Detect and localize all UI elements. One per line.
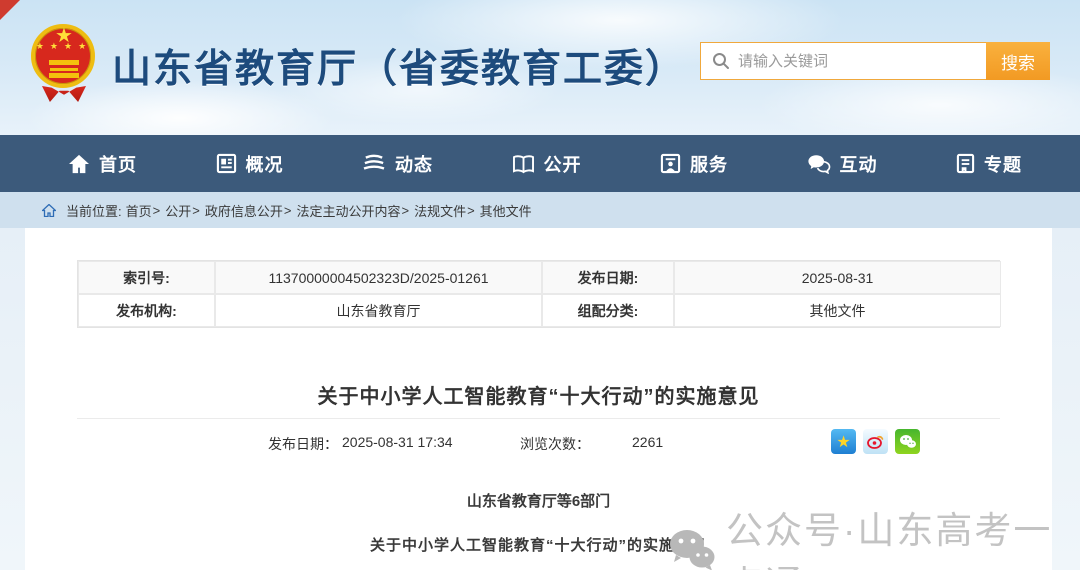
nav-item-service[interactable]: 服务 bbox=[660, 151, 728, 177]
nav-item-disclosure[interactable]: 公开 bbox=[512, 151, 582, 177]
info-label-agency: 发布机构: bbox=[78, 294, 215, 327]
main-nav: 首页 概况 动态 bbox=[0, 135, 1080, 192]
content-card: 索引号: 11370000004502323D/2025-01261 发布日期:… bbox=[25, 228, 1052, 570]
nav-item-interaction[interactable]: 互动 bbox=[807, 151, 878, 177]
info-value-publish-date: 2025-08-31 bbox=[674, 261, 1001, 294]
breadcrumb-item-statutory[interactable]: 法定主动公开内容 bbox=[296, 201, 400, 220]
breadcrumb-item-other-docs[interactable]: 其他文件 bbox=[480, 201, 532, 220]
page: ★ ★★★★ 山东省教育厅（省委教育工委） 搜索 首页 bbox=[0, 0, 1080, 570]
views-value: 2261 bbox=[632, 434, 663, 450]
home-icon bbox=[68, 154, 90, 174]
breadcrumb-separator: > bbox=[192, 203, 200, 218]
search-input[interactable] bbox=[730, 43, 986, 79]
nav-item-home[interactable]: 首页 bbox=[68, 151, 137, 177]
breadcrumb-separator: > bbox=[401, 203, 409, 218]
article-meta: 发布日期： 2025-08-31 17:34 浏览次数： 2261 ★ bbox=[25, 428, 1052, 456]
info-value-index: 11370000004502323D/2025-01261 bbox=[215, 261, 542, 294]
wechat-share-icon[interactable] bbox=[895, 429, 920, 454]
disclosure-icon bbox=[512, 154, 535, 174]
search-icon bbox=[712, 52, 730, 70]
article-title: 关于中小学人工智能教育“十大行动”的实施意见 bbox=[25, 380, 1052, 409]
search-button[interactable]: 搜索 bbox=[986, 42, 1050, 80]
overview-icon bbox=[216, 153, 237, 174]
site-title: 山东省教育厅（省委教育工委） bbox=[112, 38, 686, 94]
weibo-share-icon[interactable] bbox=[863, 429, 888, 454]
breadcrumb-item-gov-info[interactable]: 政府信息公开 bbox=[205, 201, 283, 220]
nav-item-overview[interactable]: 概况 bbox=[216, 151, 284, 177]
views-label: 浏览次数： bbox=[520, 434, 590, 454]
nav-item-news[interactable]: 动态 bbox=[362, 151, 433, 177]
national-emblem: ★ ★★★★ bbox=[28, 22, 100, 108]
site-header: ★ ★★★★ 山东省教育厅（省委教育工委） 搜索 bbox=[0, 0, 1080, 135]
document-info-table: 索引号: 11370000004502323D/2025-01261 发布日期:… bbox=[77, 260, 1000, 328]
nav-item-topics[interactable]: 专题 bbox=[956, 151, 1022, 177]
service-icon bbox=[660, 153, 681, 174]
qzone-share-icon[interactable]: ★ bbox=[831, 429, 856, 454]
info-value-agency: 山东省教育厅 bbox=[215, 294, 542, 327]
breadcrumb-separator: > bbox=[284, 203, 292, 218]
emblem-gate bbox=[49, 60, 79, 65]
search-bar: 搜索 bbox=[700, 42, 1050, 80]
breadcrumb: 当前位置: 首页 > 公开 > 政府信息公开 > 法定主动公开内容 > 法规文件… bbox=[0, 192, 1080, 228]
breadcrumb-separator: > bbox=[467, 203, 475, 218]
breadcrumb-item-disclosure[interactable]: 公开 bbox=[165, 201, 191, 220]
breadcrumb-item-regulations[interactable]: 法规文件 bbox=[414, 201, 466, 220]
share-buttons: ★ bbox=[831, 429, 920, 454]
topics-icon bbox=[956, 153, 975, 174]
publish-date-label: 发布日期： bbox=[268, 434, 338, 454]
emblem-small-stars: ★★★★ bbox=[28, 42, 100, 51]
info-label-category: 组配分类: bbox=[542, 294, 674, 327]
interaction-icon bbox=[807, 153, 831, 174]
article-body-title: 关于中小学人工智能教育“十大行动”的实施意见 bbox=[25, 534, 1052, 555]
breadcrumb-item-home[interactable]: 首页 bbox=[126, 201, 152, 220]
publish-date-value: 2025-08-31 17:34 bbox=[342, 434, 453, 450]
emblem-ribbon bbox=[42, 86, 86, 102]
article-body-issuer: 山东省教育厅等6部门 bbox=[25, 490, 1052, 511]
breadcrumb-prefix: 当前位置: bbox=[66, 201, 122, 220]
breadcrumb-home-icon[interactable] bbox=[42, 204, 56, 217]
breadcrumb-separator: > bbox=[153, 203, 161, 218]
news-icon bbox=[362, 154, 386, 174]
corner-ribbon bbox=[0, 0, 20, 20]
info-value-category: 其他文件 bbox=[674, 294, 1001, 327]
info-label-publish-date: 发布日期: bbox=[542, 261, 674, 294]
title-divider bbox=[77, 418, 1000, 419]
info-label-index: 索引号: bbox=[78, 261, 215, 294]
